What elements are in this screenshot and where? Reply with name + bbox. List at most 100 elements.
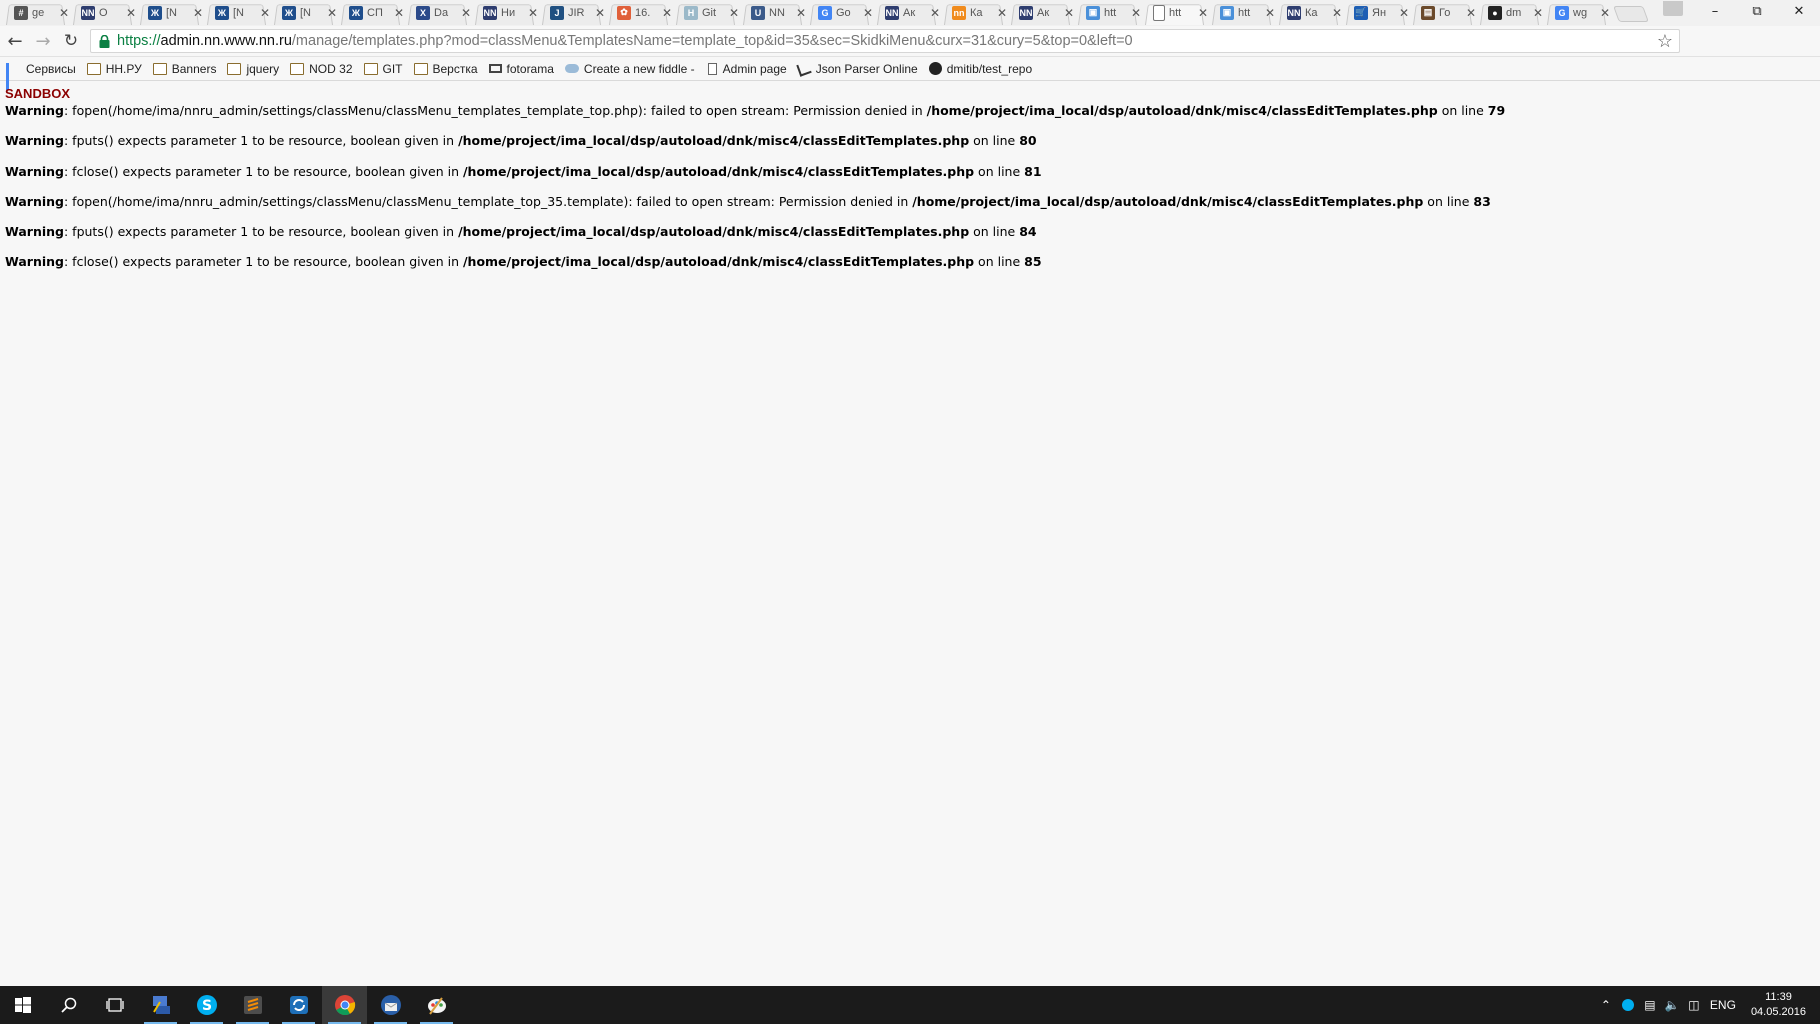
profile-button[interactable] — [1658, 0, 1688, 22]
tab[interactable]: J JIR ✕ — [538, 0, 605, 25]
bookmark-item[interactable]: Сервисы — [6, 62, 76, 90]
clock[interactable]: 11:39 04.05.2016 — [1751, 990, 1806, 1020]
bookmark-item[interactable]: Admin page — [706, 62, 787, 76]
tab-close-icon[interactable]: ✕ — [796, 6, 806, 20]
tab[interactable]: htt ✕ — [1141, 0, 1208, 25]
tab-close-icon[interactable]: ✕ — [126, 6, 136, 20]
tab-close-icon[interactable]: ✕ — [595, 6, 605, 20]
tab-close-icon[interactable]: ✕ — [930, 6, 940, 20]
taskbar-sync-button[interactable] — [276, 986, 321, 1024]
tab[interactable]: ● dm ✕ — [1476, 0, 1543, 25]
tab-label: Git — [702, 6, 717, 19]
tab-label: Го — [1439, 6, 1451, 19]
bookmark-item[interactable]: NOD 32 — [290, 61, 353, 76]
tray-chevron-icon[interactable]: ⌃ — [1595, 998, 1617, 1012]
warning-line-number: 84 — [1019, 224, 1037, 240]
bookmark-item[interactable]: Banners — [152, 62, 216, 76]
tab-close-icon[interactable]: ✕ — [59, 6, 69, 20]
tab-close-icon[interactable]: ✕ — [461, 6, 471, 20]
tab[interactable]: NN Ка ✕ — [1275, 0, 1342, 25]
tab-label: Ак — [903, 6, 916, 19]
tab[interactable]: ✿ 16. ✕ — [605, 0, 672, 25]
tab[interactable]: NN Ак ✕ — [1007, 0, 1074, 25]
bookmark-item[interactable]: GIT — [363, 62, 403, 76]
tab-close-icon[interactable]: ✕ — [260, 6, 270, 20]
taskbar-paint-button[interactable] — [414, 986, 459, 1024]
reload-button[interactable]: ↻ — [60, 30, 82, 52]
bookmark-item[interactable]: jquery — [227, 62, 279, 76]
tab-close-icon[interactable]: ✕ — [1533, 6, 1543, 20]
taskbar-search-button[interactable] — [46, 986, 91, 1024]
tab[interactable]: ▤ Го ✕ — [1409, 0, 1476, 25]
taskbar-network-app-button[interactable] — [138, 986, 183, 1024]
tab[interactable]: ▣ htt ✕ — [1208, 0, 1275, 25]
tab-close-icon[interactable]: ✕ — [327, 6, 337, 20]
taskbar-start-button[interactable] — [0, 986, 45, 1024]
tab[interactable]: Ж [N ✕ — [203, 0, 270, 25]
volume-icon[interactable]: 🔈 — [1661, 998, 1683, 1012]
tab[interactable]: Ж [N ✕ — [136, 0, 203, 25]
tab-close-icon[interactable]: ✕ — [1600, 6, 1610, 20]
tab-close-icon[interactable]: ✕ — [863, 6, 873, 20]
taskbar-sublime-button[interactable] — [230, 986, 275, 1024]
taskbar-skype-button[interactable]: S — [184, 986, 229, 1024]
tab[interactable]: # ge ✕ — [2, 0, 69, 25]
taskbar-task-view-button[interactable] — [92, 986, 137, 1024]
close-window-button[interactable]: ✕ — [1778, 0, 1820, 22]
tab-close-icon[interactable]: ✕ — [193, 6, 203, 20]
tab[interactable]: U NN ✕ — [739, 0, 806, 25]
restore-button[interactable]: ⧉ — [1736, 0, 1778, 22]
bookmark-item[interactable]: Json Parser Online — [795, 60, 918, 77]
tab-close-icon[interactable]: ✕ — [997, 6, 1007, 20]
bookmark-label: NOD 32 — [309, 61, 353, 76]
tab[interactable]: NN Ак ✕ — [873, 0, 940, 25]
tab[interactable]: NN Ни ✕ — [471, 0, 538, 25]
tab[interactable]: nn Ка ✕ — [940, 0, 1007, 25]
url-host: admin.nn.www.nn.ru — [160, 33, 292, 49]
forward-button[interactable]: → — [32, 30, 54, 52]
tray-skype-icon[interactable] — [1617, 998, 1639, 1012]
minimize-button[interactable]: – — [1694, 0, 1736, 22]
taskbar-chrome-button[interactable] — [322, 986, 367, 1024]
tab-label: htt — [1238, 6, 1251, 19]
tab[interactable]: H Git ✕ — [672, 0, 739, 25]
tab-close-icon[interactable]: ✕ — [1198, 6, 1208, 20]
tab-close-icon[interactable]: ✕ — [394, 6, 404, 20]
tab[interactable]: 🛒 Ян ✕ — [1342, 0, 1409, 25]
bookmark-item[interactable]: Create a new fiddle - — [564, 62, 695, 76]
language-indicator[interactable]: ENG — [1705, 998, 1741, 1012]
tab[interactable]: X Da ✕ — [404, 0, 471, 25]
tab[interactable]: Ж [N ✕ — [270, 0, 337, 25]
warning-label: Warning — [5, 224, 64, 240]
tab-close-icon[interactable]: ✕ — [1466, 6, 1476, 20]
network-icon[interactable]: ▤ — [1639, 998, 1661, 1012]
taskbar-thunderbird-button[interactable] — [368, 986, 413, 1024]
tab[interactable]: NN O ✕ — [69, 0, 136, 25]
taskbar: S ⌃ ▤ 🔈 ◫ ENG 11:39 04.05.2016 — [0, 986, 1820, 1024]
tab-close-icon[interactable]: ✕ — [1332, 6, 1342, 20]
tab-close-icon[interactable]: ✕ — [1399, 6, 1409, 20]
tab[interactable]: G Go ✕ — [806, 0, 873, 25]
warning-on-line: on line — [974, 254, 1025, 270]
tab[interactable]: Gwg ✕ — [1543, 0, 1610, 25]
bookmark-item[interactable]: НН.РУ — [86, 62, 142, 76]
page-icon — [1153, 4, 1165, 21]
warning-list: Warning: fopen(/home/ima/nnru_admin/sett… — [5, 102, 1815, 270]
tab-close-icon[interactable]: ✕ — [662, 6, 672, 20]
back-button[interactable]: ← — [4, 30, 26, 52]
warning-line-number: 79 — [1487, 103, 1506, 118]
address-bar[interactable]: https://admin.nn.www.nn.ru/manage/templa… — [90, 29, 1680, 53]
bookmark-item[interactable]: dmitib/test_repo — [928, 62, 1032, 76]
tab-close-icon[interactable]: ✕ — [1131, 6, 1141, 20]
tab-close-icon[interactable]: ✕ — [1064, 6, 1074, 20]
tab-close-icon[interactable]: ✕ — [528, 6, 538, 20]
new-tab-button[interactable] — [1613, 6, 1649, 22]
bookmark-item[interactable]: fotorama — [488, 62, 554, 76]
tab-close-icon[interactable]: ✕ — [729, 6, 739, 20]
bookmark-star-icon[interactable]: ☆ — [1657, 31, 1673, 52]
notifications-icon[interactable]: ◫ — [1683, 998, 1705, 1012]
bookmark-item[interactable]: Верстка — [413, 62, 478, 76]
tab-close-icon[interactable]: ✕ — [1265, 6, 1275, 20]
tab[interactable]: ▣ htt ✕ — [1074, 0, 1141, 25]
tab[interactable]: Ж СП ✕ — [337, 0, 404, 25]
